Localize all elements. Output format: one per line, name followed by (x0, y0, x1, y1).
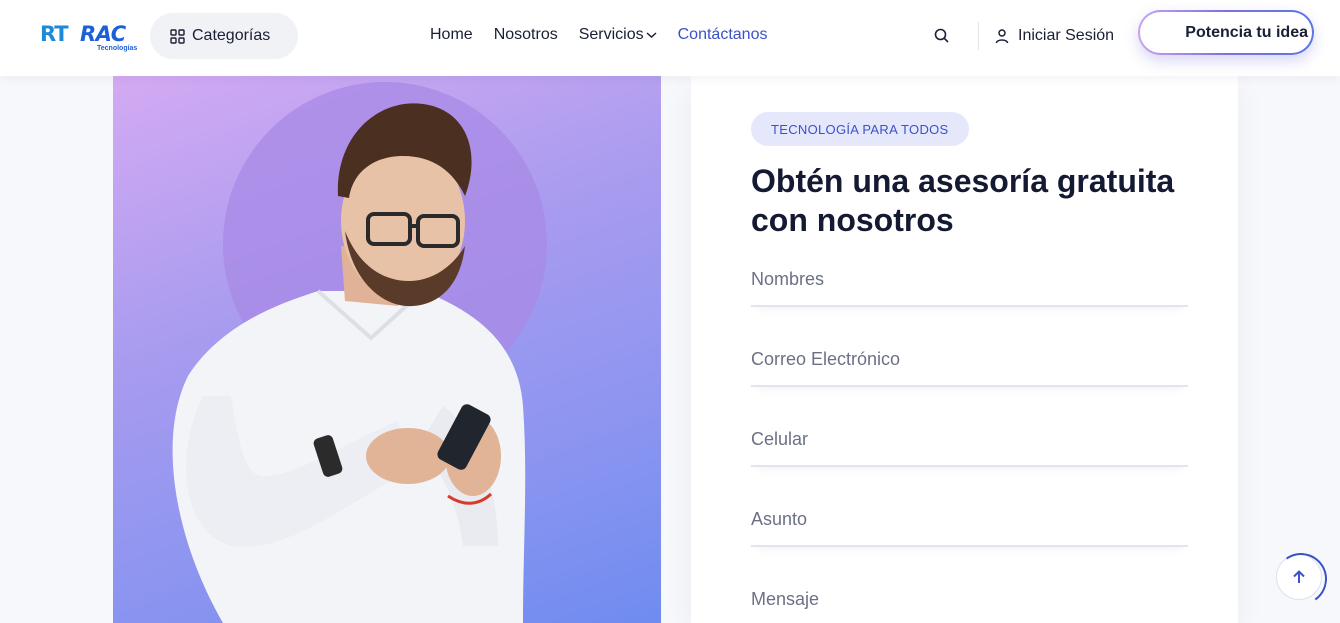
nav-item-label: Nosotros (493, 26, 558, 43)
section-tag: TECNOLOGÍA PARA TODOS (751, 112, 969, 146)
categories-label: Categorías (192, 27, 271, 44)
scroll-to-top-button[interactable] (1276, 554, 1322, 600)
phone-placeholder: Celular (751, 429, 809, 449)
section-tag-label: TECNOLOGÍA PARA TODOS (771, 121, 949, 137)
site-header: RT RAC Tecnologías Categorías Home Nosot… (0, 0, 1340, 76)
nav-item-contactanos[interactable]: Contáctanos (678, 26, 768, 44)
person-with-phone-photo (172, 82, 547, 623)
message-placeholder: Mensaje (751, 589, 820, 609)
nav-item-label: Contáctanos (677, 26, 768, 43)
nav-item-nosotros[interactable]: Nosotros (494, 26, 558, 44)
subject-placeholder: Asunto (751, 509, 808, 529)
search-icon[interactable] (932, 26, 952, 46)
categories-button[interactable]: Categorías (150, 13, 298, 59)
cta-label: Potencia tu idea (1185, 23, 1308, 41)
contact-form-card: TECNOLOGÍA PARA TODOS Obtén una asesoría… (691, 76, 1238, 623)
email-placeholder: Correo Electrónico (751, 349, 901, 369)
phone-field[interactable]: Celular (751, 421, 1188, 467)
logo-mark: RT (40, 22, 69, 46)
logo-name: RAC (80, 22, 126, 46)
grid-icon (170, 28, 185, 44)
login-label: Iniciar Sesión (1018, 27, 1115, 44)
chevron-down-icon (646, 32, 657, 39)
user-icon (995, 29, 1009, 44)
cta-button[interactable]: Potencia tu idea (1138, 10, 1314, 55)
login-link[interactable]: Iniciar Sesión (994, 27, 1114, 45)
name-placeholder: Nombres (751, 269, 825, 289)
nav-item-label: Servicios (578, 26, 644, 43)
form-title: Obtén una asesoría gratuita con nosotros (751, 163, 1175, 238)
name-field[interactable]: Nombres (751, 261, 1188, 307)
nav-item-servicios[interactable]: Servicios (579, 26, 657, 44)
nav-item-home[interactable]: Home (430, 26, 473, 44)
logo[interactable]: RT RAC Tecnologías (40, 20, 140, 56)
logo-subtitle: Tecnologías (97, 45, 138, 52)
main-nav: Home Nosotros Servicios Contáctanos (430, 26, 788, 44)
email-field[interactable]: Correo Electrónico (751, 341, 1188, 387)
nav-item-label: Home (430, 26, 473, 43)
subject-field[interactable]: Asunto (751, 501, 1188, 547)
arrow-up-icon (1293, 570, 1305, 583)
message-field[interactable]: Mensaje (751, 581, 1188, 623)
hero-image (113, 76, 661, 623)
header-divider (978, 22, 979, 50)
cta-inner: Potencia tu idea (1140, 12, 1312, 53)
